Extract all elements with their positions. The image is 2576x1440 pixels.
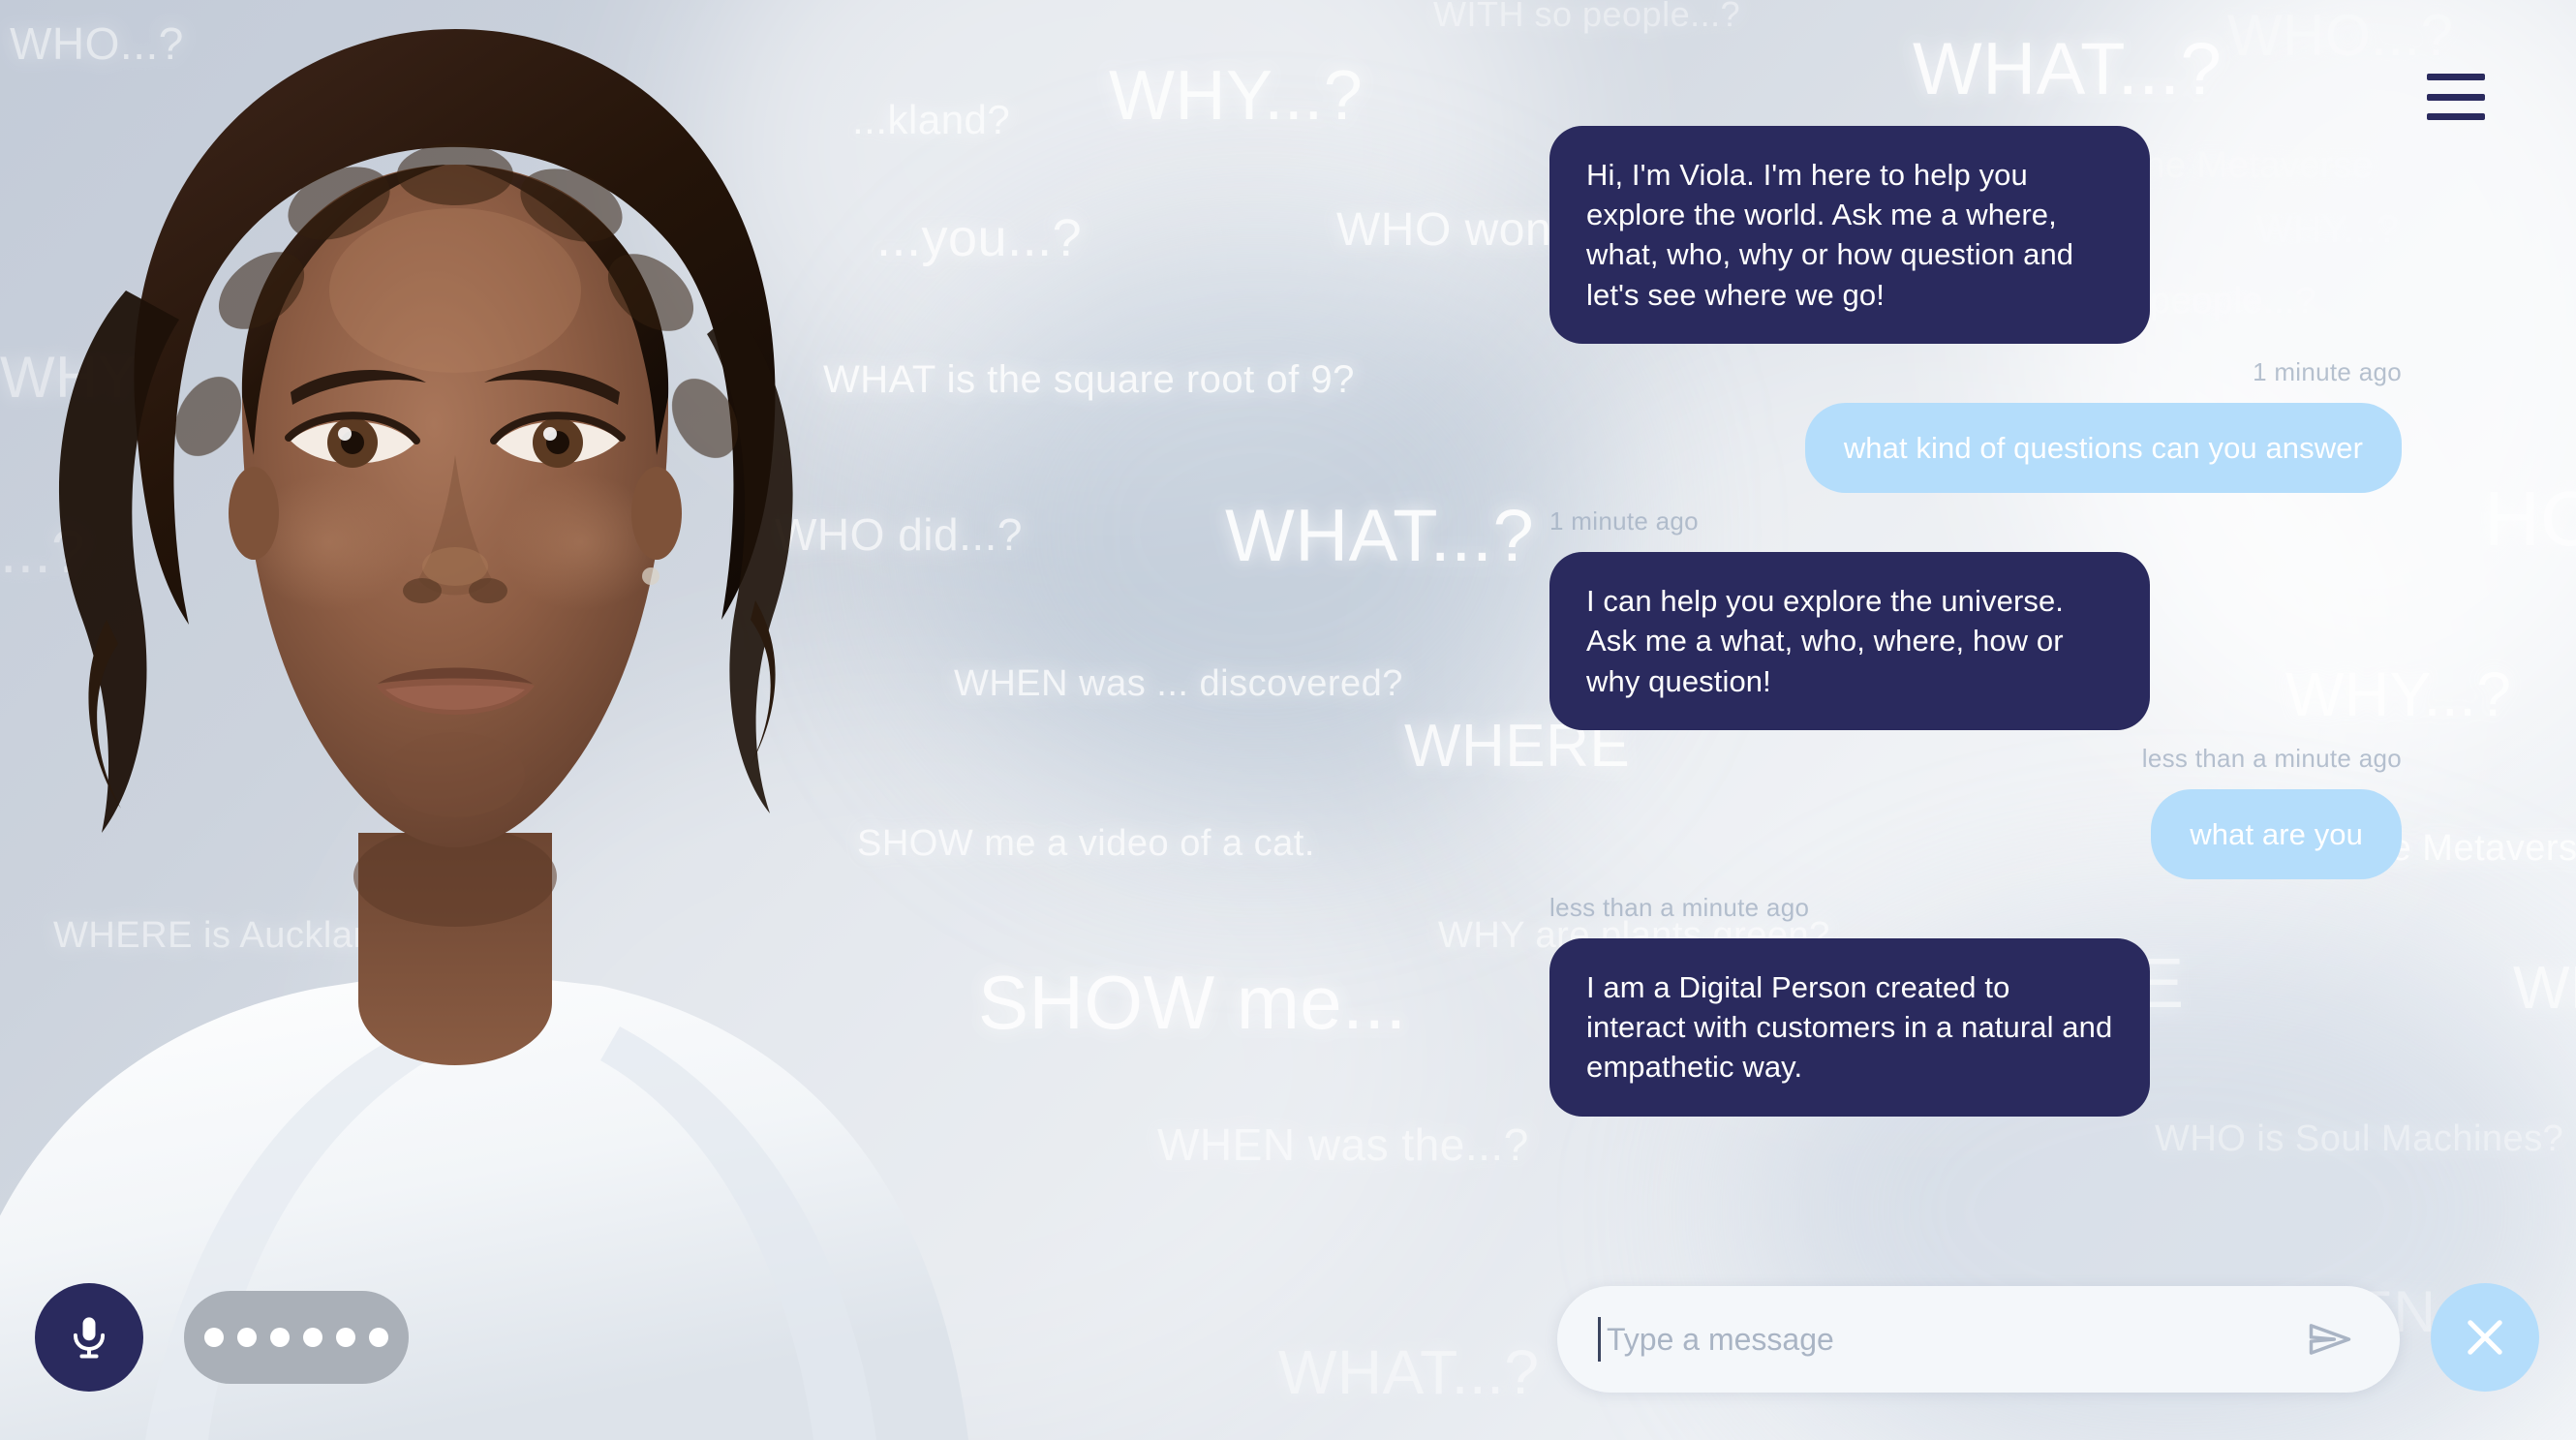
message-timestamp: 1 minute ago [1549,506,1699,536]
message-timestamp: less than a minute ago [1549,892,1810,922]
background-prompt-word: HO [2484,475,2576,562]
background-prompt-word: WHAT...? [1225,495,1535,577]
background-prompt-word: WITH so people...? [1433,0,1741,34]
assistant-message-bubble: Hi, I'm Viola. I'm here to help you expl… [1549,126,2150,344]
assistant-message-row: I am a Digital Person created to interac… [1549,937,2402,1117]
background-prompt-word: WHY [0,345,138,410]
background-prompt-word: SHOW me... [978,960,1407,1045]
message-timestamp-row: 1 minute ago [1549,357,2402,387]
digital-person-chat-screen: WHO...? WHY...? WHO won the...? WHAT...? WHO… [0,0,2576,1440]
assistant-message-bubble: I can help you explore the universe. Ask… [1549,552,2150,730]
send-paper-plane-icon[interactable] [2303,1312,2357,1366]
background-prompt-word: ...kland? [852,97,1011,142]
message-input[interactable] [1598,1317,2303,1362]
chat-transcript: Hi, I'm Viola. I'm here to help you expl… [1549,126,2402,1120]
background-prompt-word: WHERE is Auckland? [53,915,416,956]
assistant-message-row: I can help you explore the universe. Ask… [1549,552,2402,730]
background-prompt-word: WHO...? [10,18,184,69]
message-timestamp: less than a minute ago [2141,743,2402,773]
background-prompt-word: SHOW me a video of a cat. [857,823,1315,864]
background-prompt-word: WHAT...? [1278,1337,1540,1407]
user-message-bubble: what kind of questions can you answer [1804,402,2402,494]
background-blob [678,0,1549,484]
message-timestamp-row: less than a minute ago [1549,893,2402,923]
menu-line [2427,113,2485,120]
background-prompt-word: WHAT...? [1913,28,2223,110]
background-prompt-word: ...you...? [876,209,1083,267]
background-prompt-word: WH [2513,955,2576,1022]
audio-level-dot [336,1328,355,1347]
background-prompt-word: WHO is Soul Machines? [2155,1118,2564,1159]
close-x-icon[interactable] [2431,1283,2539,1392]
menu-line [2427,74,2485,80]
assistant-message-row: Hi, I'm Viola. I'm here to help you expl… [1549,126,2402,344]
background-prompt-word: WHO...? [2227,3,2454,68]
audio-level-dot [204,1328,224,1347]
background-prompt-word: WHEN was the...? [1157,1119,1529,1170]
background-blob [920,242,1598,823]
background-prompt-word: ...? [0,519,86,586]
audio-level-dot [303,1328,322,1347]
assistant-message-bubble: I am a Digital Person created to interac… [1549,937,2150,1117]
background-prompt-word: WHAT is the square root of 9? [823,358,1355,401]
microphone-icon[interactable] [35,1283,143,1392]
digital-person-avatar [0,0,968,1440]
audio-level-dot [237,1328,257,1347]
message-timestamp-row: 1 minute ago [1549,506,2402,536]
audio-level-dot [270,1328,290,1347]
message-timestamp-row: less than a minute ago [1549,744,2402,774]
background-prompt-word: WHY...? [1109,57,1364,135]
user-message-row: what are you [1549,788,2402,879]
background-blob [387,678,1453,1440]
user-message-bubble: what are you [2151,788,2402,879]
background-prompt-word: WHEN was ... discovered? [954,663,1403,704]
audio-level-dot [369,1328,388,1347]
menu-line [2427,93,2485,101]
hamburger-menu-icon[interactable] [2427,70,2497,124]
message-composer[interactable] [1557,1286,2400,1393]
user-message-row: what kind of questions can you answer [1549,402,2402,494]
message-timestamp: 1 minute ago [2253,356,2402,386]
audio-level-indicator [184,1291,409,1384]
background-prompt-word: WHO did...? [775,509,1024,560]
